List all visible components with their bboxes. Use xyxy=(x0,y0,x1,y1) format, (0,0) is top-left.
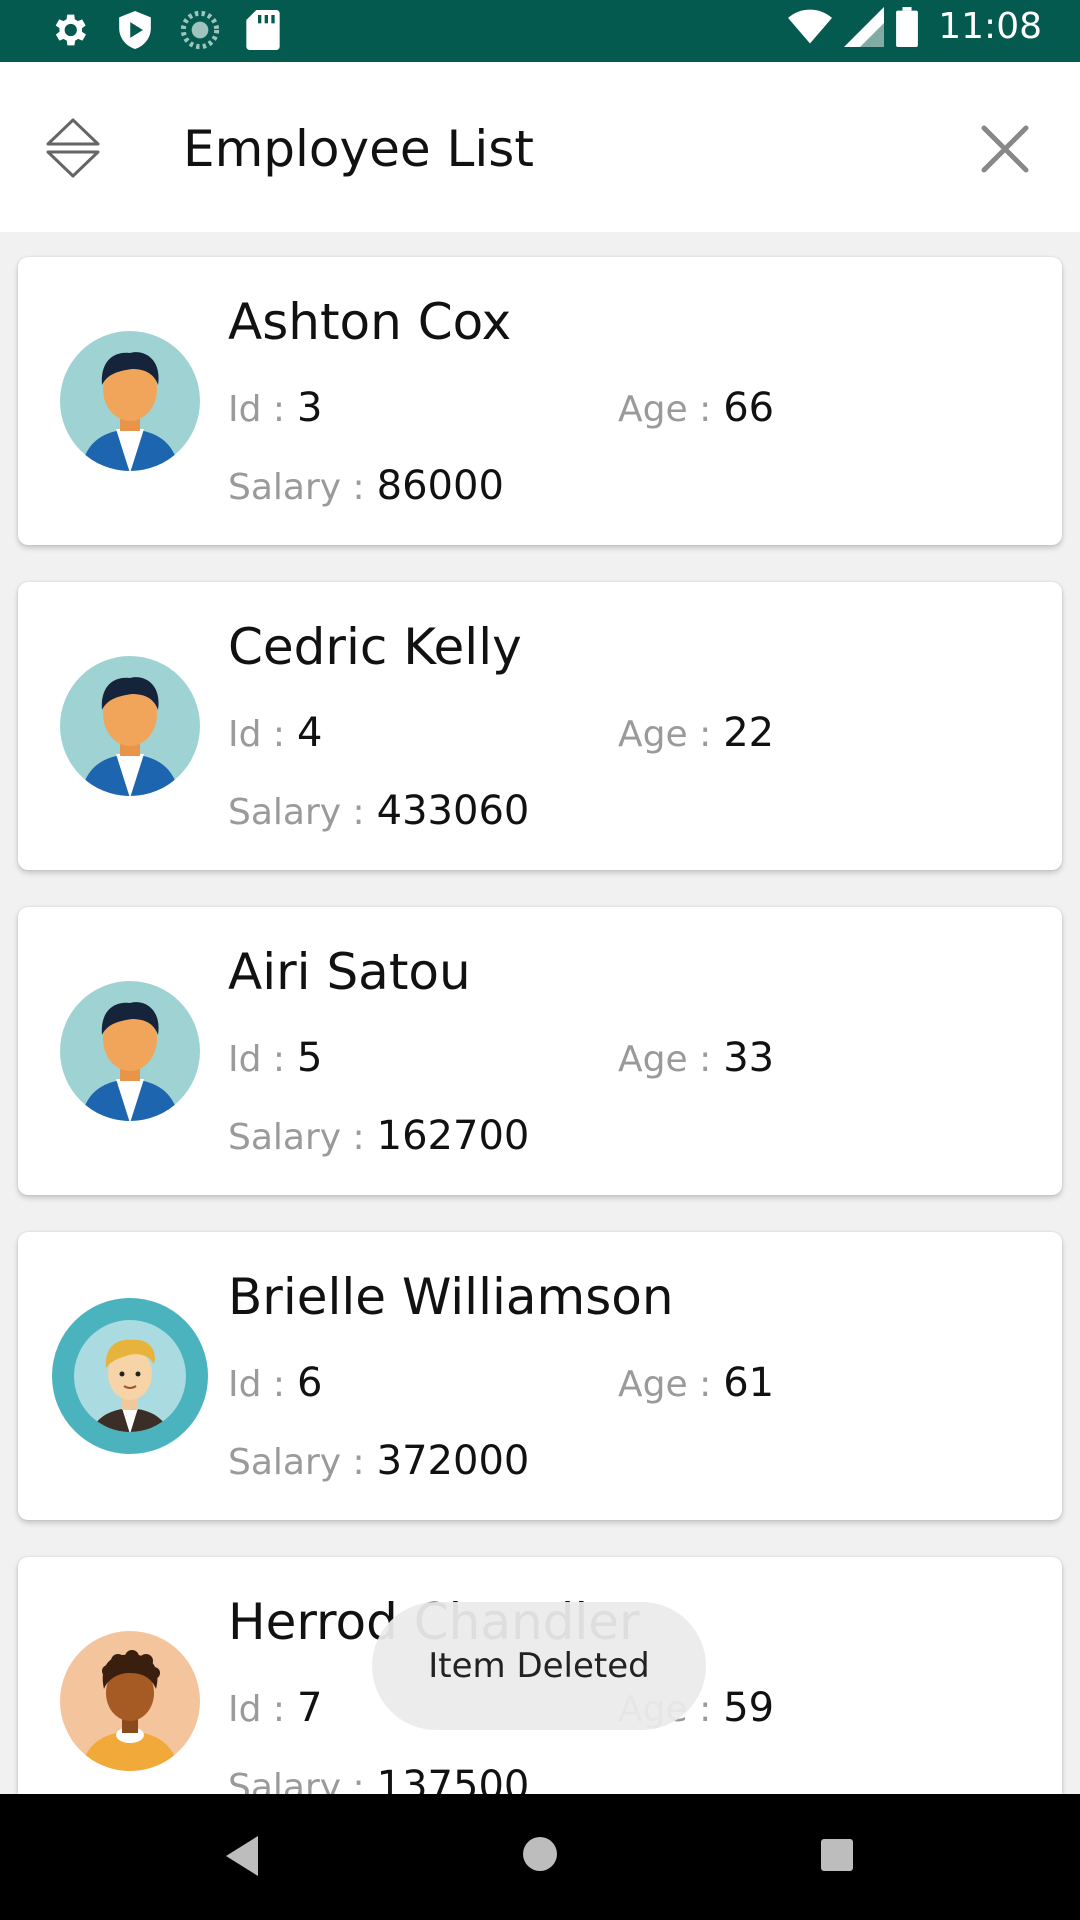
employee-name: Brielle Williamson xyxy=(228,1268,674,1326)
salary-value: 162700 xyxy=(376,1113,530,1159)
home-icon xyxy=(523,1837,557,1871)
navigation-bar xyxy=(0,1794,1080,1920)
shield-icon xyxy=(116,9,154,51)
id-label: Id : xyxy=(228,1364,286,1405)
salary-label: Salary : xyxy=(228,792,365,833)
id-value: 4 xyxy=(297,710,323,756)
recents-icon xyxy=(821,1839,853,1871)
recents-button[interactable] xyxy=(820,1838,854,1872)
page-title: Employee List xyxy=(183,120,534,178)
age-label: Age : xyxy=(618,1039,712,1080)
age-value: 66 xyxy=(723,385,775,431)
employee-age: Age : 61 xyxy=(618,1360,774,1406)
employee-name: Ashton Cox xyxy=(228,293,512,351)
id-label: Id : xyxy=(228,389,286,430)
employee-id: Id : 3 xyxy=(228,385,323,431)
back-button[interactable] xyxy=(222,1832,262,1880)
id-value: 6 xyxy=(297,1360,323,1406)
employee-id: Id : 4 xyxy=(228,710,323,756)
home-button[interactable] xyxy=(522,1836,558,1872)
salary-value: 433060 xyxy=(376,788,530,834)
employee-list: Ashton Cox Id : 3 Age : 66 Salary : 86000 C… xyxy=(0,232,1080,1794)
close-button[interactable] xyxy=(970,114,1040,184)
age-value: 61 xyxy=(723,1360,775,1406)
employee-age: Age : 22 xyxy=(618,710,774,756)
employee-salary: Salary : 86000 xyxy=(228,463,504,509)
wifi-icon xyxy=(788,7,833,47)
salary-label: Salary : xyxy=(228,1117,365,1158)
salary-value: 86000 xyxy=(376,463,504,509)
salary-value: 137500 xyxy=(376,1763,530,1794)
age-value: 33 xyxy=(723,1035,775,1081)
id-label: Id : xyxy=(228,1039,286,1080)
signal-icon xyxy=(844,6,885,47)
employee-id: Id : 5 xyxy=(228,1035,323,1081)
employee-card[interactable]: Airi Satou Id : 5 Age : 33 Salary : 162700 xyxy=(18,907,1062,1195)
employee-id: Id : 7 xyxy=(228,1685,323,1731)
status-time: 11:08 xyxy=(938,6,1042,47)
salary-label: Salary : xyxy=(228,1767,365,1794)
sd-card-icon xyxy=(246,10,280,50)
employee-age: Age : 66 xyxy=(618,385,774,431)
age-label: Age : xyxy=(618,1364,712,1405)
employee-salary: Salary : 433060 xyxy=(228,788,529,834)
male-avatar-icon xyxy=(52,973,208,1129)
screen: 11:08 Employee List Ashton Cox Id: 3 Ag… xyxy=(0,0,1080,1920)
sync-icon xyxy=(180,10,220,50)
curly-hair-avatar-icon xyxy=(52,1623,208,1779)
male-avatar-icon xyxy=(52,648,208,804)
back-icon xyxy=(226,1836,258,1876)
sort-button[interactable] xyxy=(38,114,108,184)
close-icon xyxy=(981,125,1029,173)
salary-label: Salary : xyxy=(228,1442,365,1483)
employee-id: Id : 6 xyxy=(228,1360,323,1406)
id-label: Id : xyxy=(228,714,286,755)
sort-icon xyxy=(46,118,100,178)
id-value: 7 xyxy=(297,1685,323,1731)
battery-icon xyxy=(896,6,919,47)
blond-avatar-icon xyxy=(52,1298,208,1454)
app-bar: Employee List xyxy=(0,62,1080,232)
salary-value: 372000 xyxy=(376,1438,530,1484)
id-label: Id : xyxy=(228,1689,286,1730)
employee-name: Airi Satou xyxy=(228,943,471,1001)
id-value: 3 xyxy=(297,385,323,431)
employee-salary: Salary : 162700 xyxy=(228,1113,529,1159)
salary-label: Salary : xyxy=(228,467,365,508)
male-avatar-icon xyxy=(52,323,208,479)
employee-name: Cedric Kelly xyxy=(228,618,522,676)
id-value: 5 xyxy=(297,1035,323,1081)
employee-card[interactable]: Ashton Cox Id : 3 Age : 66 Salary : 86000 xyxy=(18,257,1062,545)
settings-icon xyxy=(48,9,90,51)
employee-salary: Salary : 137500 xyxy=(228,1763,529,1794)
status-bar: 11:08 xyxy=(0,0,1080,62)
employee-salary: Salary : 372000 xyxy=(228,1438,529,1484)
employee-card[interactable]: Brielle Williamson Id : 6 Age : 61 Salary … xyxy=(18,1232,1062,1520)
age-label: Age : xyxy=(618,714,712,755)
employee-age: Age : 33 xyxy=(618,1035,774,1081)
employee-card[interactable]: Cedric Kelly Id : 4 Age : 22 Salary : 43306… xyxy=(18,582,1062,870)
toast-message: Item Deleted xyxy=(372,1602,706,1730)
age-label: Age : xyxy=(618,389,712,430)
age-value: 59 xyxy=(723,1685,775,1731)
age-value: 22 xyxy=(723,710,775,756)
